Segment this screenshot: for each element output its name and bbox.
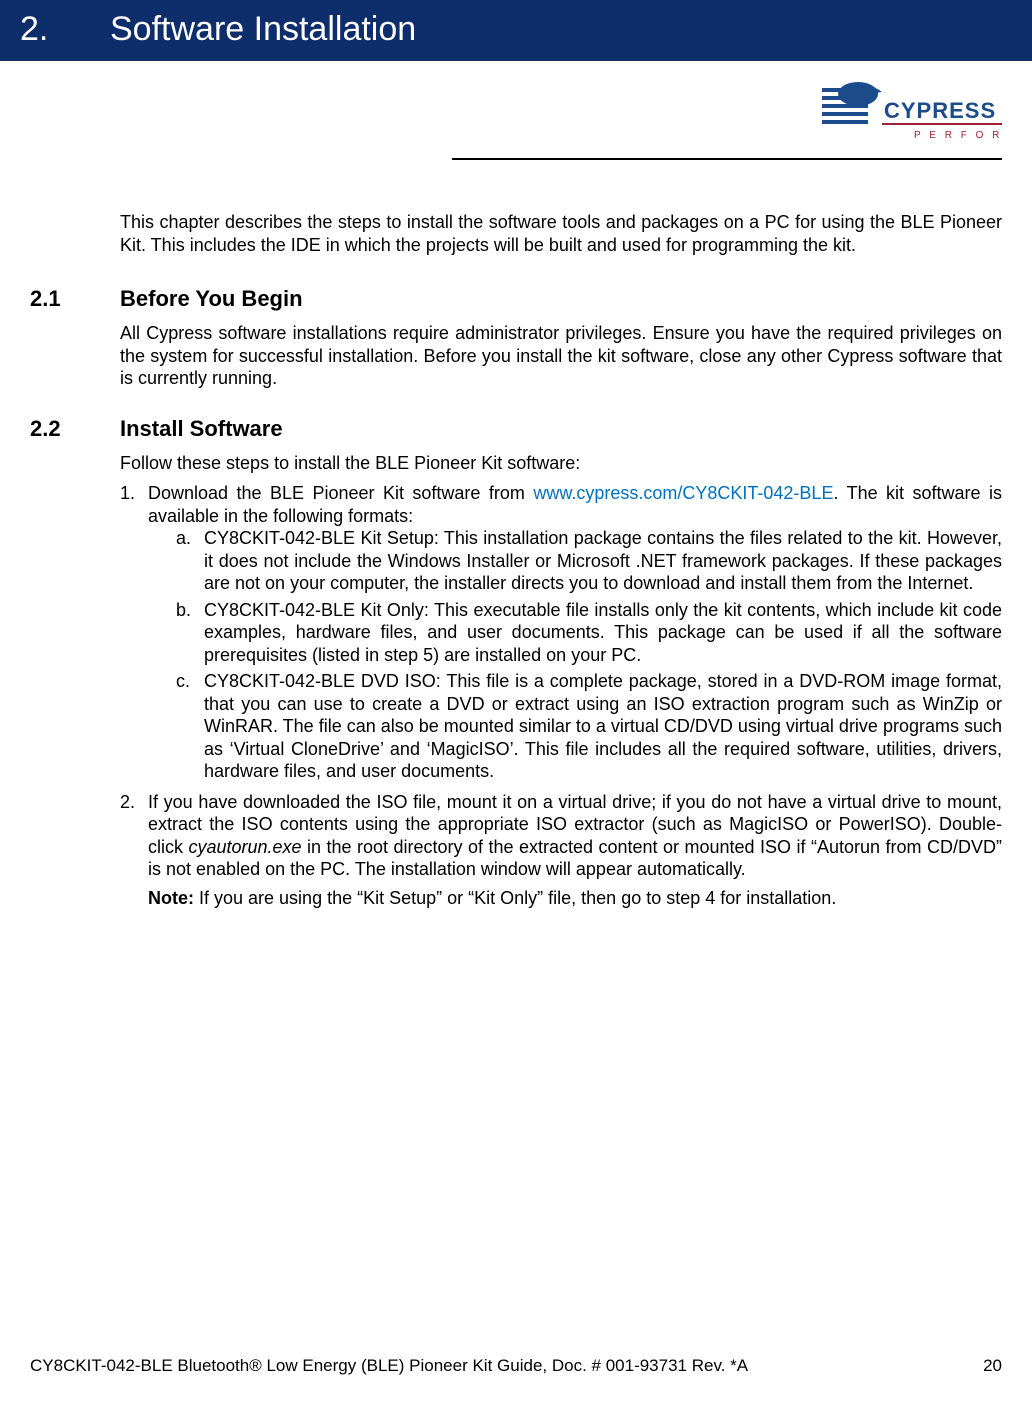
step-number: 2. (120, 791, 148, 910)
substep-text: CY8CKIT-042-BLE Kit Setup: This installa… (204, 527, 1002, 595)
step-text: Download the BLE Pioneer Kit software fr… (148, 482, 1002, 787)
section-title: Before You Begin (120, 286, 303, 312)
note-block: Note: If you are using the “Kit Setup” o… (148, 887, 1002, 910)
filename: cyautorun.exe (188, 837, 301, 857)
substep-letter: b. (176, 599, 204, 667)
section-2-1-heading: 2.1 Before You Begin (30, 286, 1002, 312)
substep-letter: a. (176, 527, 204, 595)
note-label: Note: (148, 888, 194, 908)
list-item: b. CY8CKIT-042-BLE Kit Only: This execut… (176, 599, 1002, 667)
list-item: c. CY8CKIT-042-BLE DVD ISO: This file is… (176, 670, 1002, 783)
chapter-header: 2. Software Installation (0, 0, 1032, 61)
substep-text: CY8CKIT-042-BLE Kit Only: This executabl… (204, 599, 1002, 667)
section-2-2-lead: Follow these steps to install the BLE Pi… (120, 452, 1002, 475)
section-2-1-body: All Cypress software installations requi… (120, 322, 1002, 390)
substep-text: CY8CKIT-042-BLE DVD ISO: This file is a … (204, 670, 1002, 783)
format-sublist: a. CY8CKIT-042-BLE Kit Setup: This insta… (176, 527, 1002, 783)
section-2-2-heading: 2.2 Install Software (30, 416, 1002, 442)
note-text: If you are using the “Kit Setup” or “Kit… (194, 888, 836, 908)
logo-brand-text: CYPRESS (884, 98, 996, 123)
list-item: 2. If you have downloaded the ISO file, … (120, 791, 1002, 910)
section-number: 2.1 (30, 286, 120, 312)
download-link[interactable]: www.cypress.com/CY8CKIT-042-BLE (533, 483, 833, 503)
header-divider (452, 158, 1002, 160)
install-steps-list: 1. Download the BLE Pioneer Kit software… (120, 482, 1002, 909)
page-content: This chapter describes the steps to inst… (0, 211, 1032, 909)
chapter-title: Software Installation (110, 10, 416, 49)
step-number: 1. (120, 482, 148, 787)
step-text: If you have downloaded the ISO file, mou… (148, 791, 1002, 910)
section-title: Install Software (120, 416, 283, 442)
footer-page-number: 20 (983, 1356, 1002, 1376)
substep-letter: c. (176, 670, 204, 783)
chapter-intro: This chapter describes the steps to inst… (120, 211, 1002, 256)
logo-tagline-text: P E R F O R M (914, 130, 1002, 141)
cypress-logo: CYPRESS P E R F O R M (822, 80, 1002, 142)
page-footer: CY8CKIT-042-BLE Bluetooth® Low Energy (B… (30, 1356, 1002, 1376)
cypress-logo-icon: CYPRESS P E R F O R M (822, 80, 1002, 142)
list-item: a. CY8CKIT-042-BLE Kit Setup: This insta… (176, 527, 1002, 595)
section-number: 2.2 (30, 416, 120, 442)
chapter-number: 2. (20, 10, 70, 49)
footer-doc-id: CY8CKIT-042-BLE Bluetooth® Low Energy (B… (30, 1356, 748, 1376)
text-fragment: Download the BLE Pioneer Kit software fr… (148, 483, 533, 503)
list-item: 1. Download the BLE Pioneer Kit software… (120, 482, 1002, 787)
